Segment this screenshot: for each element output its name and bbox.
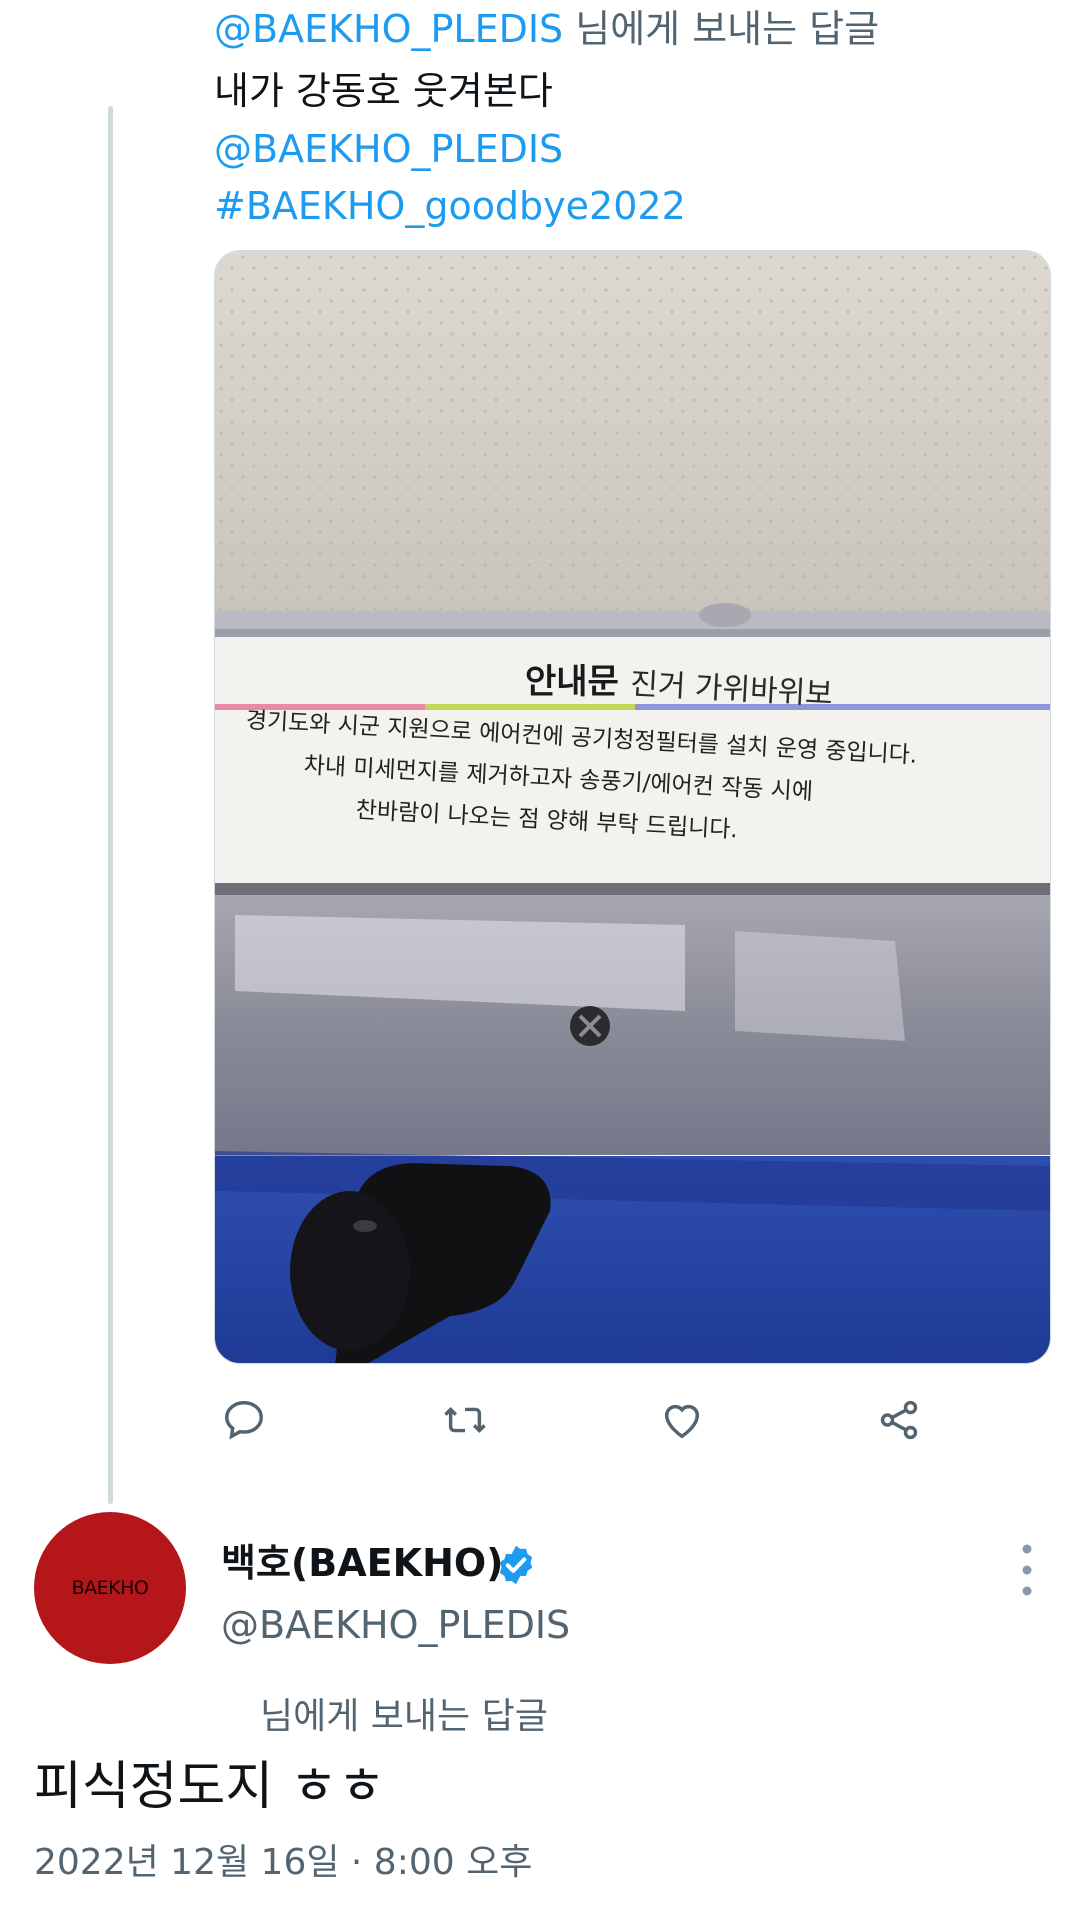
retweet-icon[interactable] xyxy=(435,1390,495,1450)
author-handle[interactable]: @BAEKHO_PLEDIS xyxy=(221,1600,570,1650)
hashtag-link[interactable]: #BAEKHO_goodbye2022 xyxy=(214,181,686,231)
tweet-photo[interactable]: 안내문 진거 가위바위보 경기도와 시군 지원으로 에어컨에 공기청정필터를 설… xyxy=(214,250,1051,1364)
tweet-timestamp[interactable]: 2022년 12월 16일 · 8:00 오후 xyxy=(34,1838,532,1888)
reply-tweet-text: 피식정도지 ㅎㅎ xyxy=(34,1757,386,1817)
sign-title-text: 안내문 xyxy=(525,662,619,702)
author-name[interactable]: 백호(BAEKHO) xyxy=(221,1538,504,1588)
share-icon[interactable] xyxy=(869,1390,929,1450)
avatar[interactable]: BAEKHO xyxy=(34,1512,186,1664)
thread-connector-line xyxy=(108,106,113,1504)
like-icon[interactable] xyxy=(652,1390,712,1450)
parent-tweet-text: 내가 강동호 웃겨본다 xyxy=(214,69,553,113)
tweet-action-bar xyxy=(214,1390,1004,1450)
mention-link[interactable]: @BAEKHO_PLEDIS xyxy=(214,124,563,174)
verified-badge-icon xyxy=(499,1545,533,1585)
reply-to-label: 님에게 보내는 답글 xyxy=(260,1696,548,1737)
replying-to-line: @BAEKHO_PLEDIS 님에게 보내는 답글 xyxy=(214,4,879,54)
replying-to-suffix: 님에게 보내는 답글 xyxy=(563,7,880,51)
more-options-icon[interactable] xyxy=(1012,1540,1042,1600)
reply-author-header: BAEKHO 백호(BAEKHO) @BAEKHO_PLEDIS xyxy=(0,1500,1079,1690)
reply-icon[interactable] xyxy=(214,1390,274,1450)
replying-to-handle-link[interactable]: @BAEKHO_PLEDIS xyxy=(214,7,563,51)
avatar-logo-text: BAEKHO xyxy=(71,1577,149,1599)
